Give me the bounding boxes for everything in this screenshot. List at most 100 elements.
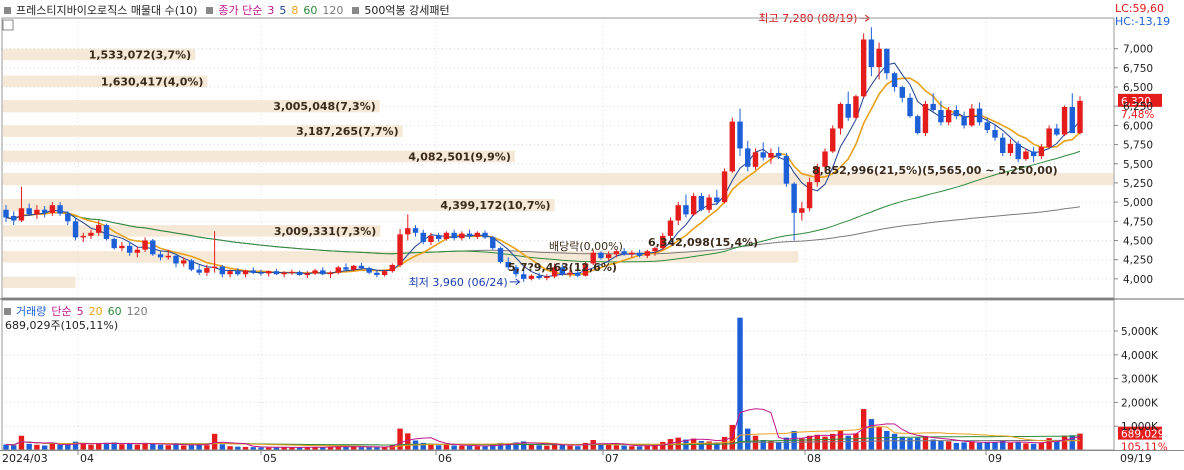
volume-bar (613, 445, 620, 450)
candle-body (235, 271, 241, 275)
volume-bar (536, 445, 542, 450)
price-tick-label: 4,000 (1123, 274, 1153, 286)
volume-profile-bar (3, 276, 76, 289)
price-tick-label: 6,250 (1123, 101, 1153, 113)
volume-bar (775, 442, 782, 450)
candle-body (1054, 128, 1060, 135)
candle-body (976, 108, 983, 123)
lc-label: LC:59,60 (1115, 2, 1164, 15)
volume-bar (459, 445, 465, 450)
stock-title: 프레스티지바이오로직스 매물대 수(10) (16, 4, 198, 17)
volume-bar (575, 446, 581, 450)
candle-body (1000, 137, 1006, 154)
volume-bar (698, 440, 705, 450)
candle-body (126, 245, 133, 253)
range-annotation: 8,852,996(21,5%)(5,565,00 ~ 5,250,00) (812, 164, 1058, 177)
candle-body (1046, 128, 1052, 147)
legend-marker-icon (206, 6, 214, 14)
legend-marker-icon (352, 6, 360, 14)
x-tick-label: 09 (988, 452, 1002, 465)
candle-body (721, 171, 728, 203)
volume-profile-label: 1,533,072(3,7%) (89, 48, 192, 61)
volume-bar (41, 445, 48, 450)
candle-body (466, 233, 473, 237)
volume-bar (119, 444, 125, 450)
candle-body (397, 234, 403, 266)
candle-body (258, 272, 264, 274)
candle-body (497, 248, 504, 262)
candle-body (181, 260, 187, 264)
volume-bar (65, 444, 71, 450)
candle-body (969, 108, 975, 126)
candle-body (374, 272, 380, 275)
price-tick-label: 6,500 (1123, 82, 1153, 94)
candle-body (157, 254, 164, 258)
price-tick-label: 6,000 (1123, 120, 1153, 132)
candle-body (760, 152, 766, 158)
volume-value: 689,029주(105,11%) (5, 319, 119, 332)
candle-body (667, 220, 674, 236)
volume-bar (876, 427, 882, 450)
candle-body (860, 39, 867, 97)
candle-body (57, 205, 63, 214)
stock-chart-window: 1,533,072(3,7%) 1,630,417(4,0%) 3,005,048(… (0, 0, 1184, 470)
candle-body (598, 252, 604, 259)
candle-body (188, 260, 195, 270)
candle-body (706, 197, 712, 210)
price-tick-label: 7,000 (1123, 44, 1153, 56)
candle-body (350, 265, 357, 270)
price-tick-label: 4,500 (1123, 235, 1153, 247)
x-tick-label: 09/19 (1120, 452, 1152, 465)
volume-bar (899, 436, 905, 450)
volume-bar (961, 442, 967, 450)
candle-body (459, 233, 465, 239)
candle-body (312, 270, 318, 274)
volume-bar (451, 445, 457, 450)
volume-bar (837, 430, 844, 450)
candle-body (536, 275, 542, 279)
volume-bar (482, 446, 488, 450)
volume-bar (474, 446, 481, 450)
volume-bar (544, 445, 550, 450)
candle-body (907, 97, 913, 117)
candle-body (745, 148, 751, 167)
candle-body (1069, 106, 1075, 134)
price-tick-label: 4,750 (1123, 216, 1153, 228)
volume-bar (567, 445, 573, 450)
volume-bar (559, 444, 566, 450)
volume-tick-label: 1,000K (1121, 421, 1159, 433)
volume-tick-label: 2,000K (1121, 397, 1159, 409)
volume-profile-label: 1,630,417(4,0%) (101, 75, 204, 88)
volume-bar (1030, 443, 1037, 450)
candle-body (273, 271, 280, 275)
candle-body (729, 121, 736, 172)
candle-body (49, 205, 56, 213)
x-tick-label: 04 (80, 452, 94, 465)
volume-bar (1023, 443, 1029, 450)
candle-body (242, 270, 249, 275)
volume-bar (211, 433, 218, 450)
candle-body (845, 103, 851, 118)
chart-canvas[interactable]: 1,533,072(3,7%) 1,630,417(4,0%) 3,005,048(… (0, 0, 1184, 470)
volume-bar (397, 428, 403, 450)
candle-body (173, 255, 179, 264)
candle-body (227, 271, 233, 275)
candle-body (1061, 106, 1068, 135)
volume-tick-label: 5,000K (1121, 326, 1159, 338)
candle-body (3, 209, 9, 218)
candle-body (528, 275, 535, 279)
volume-bar (806, 435, 813, 450)
volume-bar (752, 435, 759, 450)
volume-bar (945, 441, 952, 450)
x-tick-label: 08 (807, 452, 821, 465)
candle-body (1007, 143, 1014, 154)
candle-body (281, 272, 287, 275)
candle-body (1030, 151, 1037, 157)
candle-body (80, 235, 86, 238)
x-tick-label: 07 (605, 452, 619, 465)
candle-body (961, 116, 967, 126)
price-annotation: 5,7?9,463(12,6%) (508, 261, 617, 274)
candle-body (289, 271, 295, 273)
x-tick-label: 06 (438, 452, 452, 465)
vma120-label: 120 (126, 304, 148, 318)
